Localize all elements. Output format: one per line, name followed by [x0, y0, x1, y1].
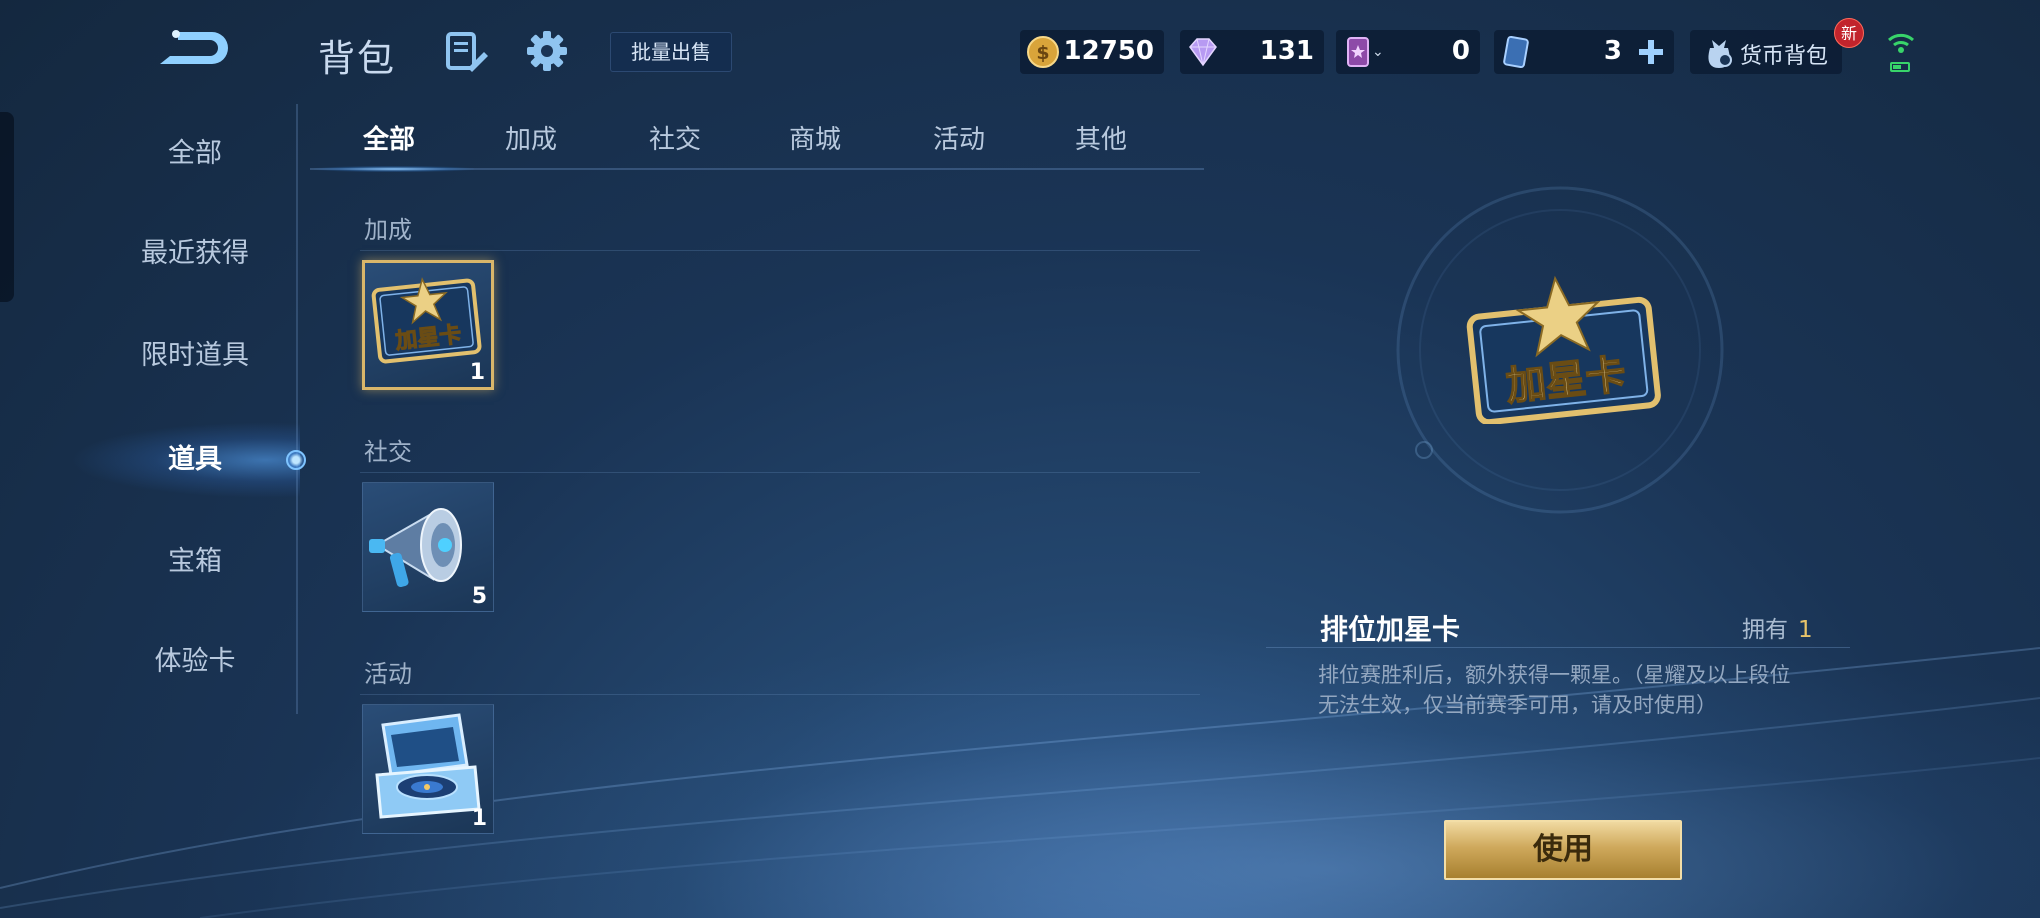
detail-divider [1266, 647, 1850, 648]
owned-number: 1 [1798, 617, 1813, 643]
plus-icon[interactable] [1638, 39, 1664, 65]
tab-other[interactable]: 其他 [1046, 118, 1156, 162]
sidebar: 全部 最近获得 限时道具 道具 宝箱 体验卡 [0, 100, 300, 720]
tab-boost[interactable]: 加成 [476, 118, 586, 162]
edit-list-icon [446, 32, 488, 72]
chevron-down-icon[interactable]: ⌄ [1372, 44, 1384, 60]
back-arrow-icon [160, 30, 228, 64]
sidebar-item-all[interactable]: 全部 [90, 124, 300, 184]
wifi-signal-icon [1888, 33, 1914, 72]
edit-button[interactable] [444, 30, 488, 74]
sidebar-item-limited[interactable]: 限时道具 [90, 326, 300, 386]
sidebar-active-indicator [286, 450, 306, 470]
background-swoosh [0, 588, 2040, 918]
section-divider [360, 472, 1200, 473]
diamond-value: 131 [1259, 36, 1314, 66]
detail-item-image: 加星卡 [1464, 274, 1664, 426]
ticket-counter: ⌄ 0 [1336, 30, 1480, 74]
item-count: 1 [469, 360, 485, 385]
item-count: 1 [471, 806, 487, 831]
batch-sell-button[interactable]: 批量出售 [610, 32, 732, 72]
sidebar-item-recent[interactable]: 最近获得 [90, 224, 300, 284]
network-status [1886, 30, 1916, 76]
rank-star-card-icon: 加星卡 [1466, 275, 1661, 426]
use-button[interactable]: 使用 [1444, 820, 1682, 880]
ticket-card-icon [1347, 37, 1369, 67]
card-value: 3 [1603, 36, 1622, 66]
section-divider [360, 694, 1200, 695]
ticket-value: 0 [1451, 36, 1470, 66]
blue-card-icon [1503, 35, 1529, 69]
gold-coin-icon: $ [1027, 36, 1059, 68]
wallet-label: 货币背包 [1740, 44, 1829, 69]
settings-button[interactable] [526, 30, 568, 72]
item-description: 排位赛胜利后，额外获得一颗星。（星耀及以上段位无法生效，仅当前赛季可用，请及时使… [1318, 663, 1791, 717]
currency-wallet-button[interactable]: 货币背包 [1690, 30, 1842, 74]
section-divider [360, 250, 1200, 251]
sidebar-item-trial-cards[interactable]: 体验卡 [90, 632, 300, 692]
tab-active-underline [314, 166, 474, 172]
sidebar-divider [296, 104, 298, 714]
back-button[interactable] [150, 26, 240, 72]
tab-activity[interactable]: 活动 [904, 118, 1014, 162]
svg-text:$: $ [1036, 42, 1049, 64]
item-slot-megaphone[interactable]: 5 [362, 482, 494, 612]
item-slot-star-card[interactable]: 加星卡 1 [362, 260, 494, 390]
item-slot-gift-box[interactable]: 1 [362, 704, 494, 834]
item-count: 5 [471, 584, 487, 609]
tab-shop[interactable]: 商城 [760, 118, 870, 162]
sidebar-item-chests[interactable]: 宝箱 [90, 532, 300, 592]
category-tabs: 全部 加成 社交 商城 活动 其他 [310, 118, 1204, 176]
section-title-social: 社交 [364, 438, 412, 466]
card-counter: 3 [1494, 30, 1674, 74]
tab-social[interactable]: 社交 [620, 118, 730, 162]
item-name: 排位加星卡 [1320, 613, 1461, 646]
wallet-bag-icon [1708, 40, 1732, 68]
gold-value: 12750 [1063, 36, 1154, 66]
top-bar: 背包 批量出售 $ 12750 131 ⌄ 0 3 货币背包 新 [0, 0, 2040, 100]
new-badge: 新 [1834, 18, 1864, 48]
section-title-boost: 加成 [364, 216, 412, 244]
sidebar-item-props[interactable]: 道具 [90, 430, 300, 490]
owned-label: 拥有 [1742, 617, 1788, 643]
diamond-icon [1189, 38, 1217, 67]
page-title: 背包 [318, 37, 396, 80]
gold-counter: $ 12750 [1020, 30, 1164, 74]
section-title-activity: 活动 [364, 660, 412, 688]
diamond-counter: 131 [1180, 30, 1324, 74]
gear-icon [527, 31, 567, 71]
owned-count: 拥有 1 [1742, 610, 1813, 644]
tab-all[interactable]: 全部 [334, 118, 444, 162]
